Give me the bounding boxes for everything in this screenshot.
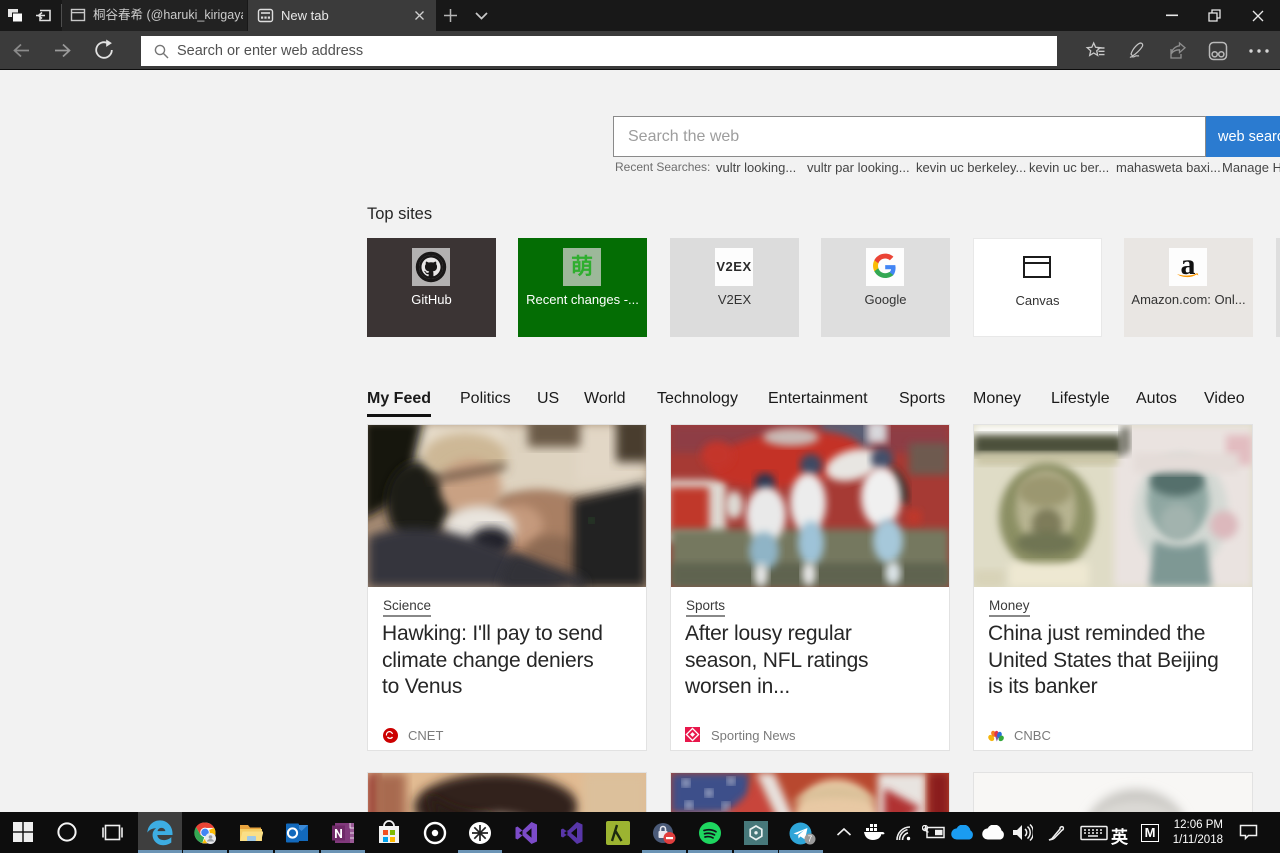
svg-text:7: 7 <box>808 835 813 844</box>
